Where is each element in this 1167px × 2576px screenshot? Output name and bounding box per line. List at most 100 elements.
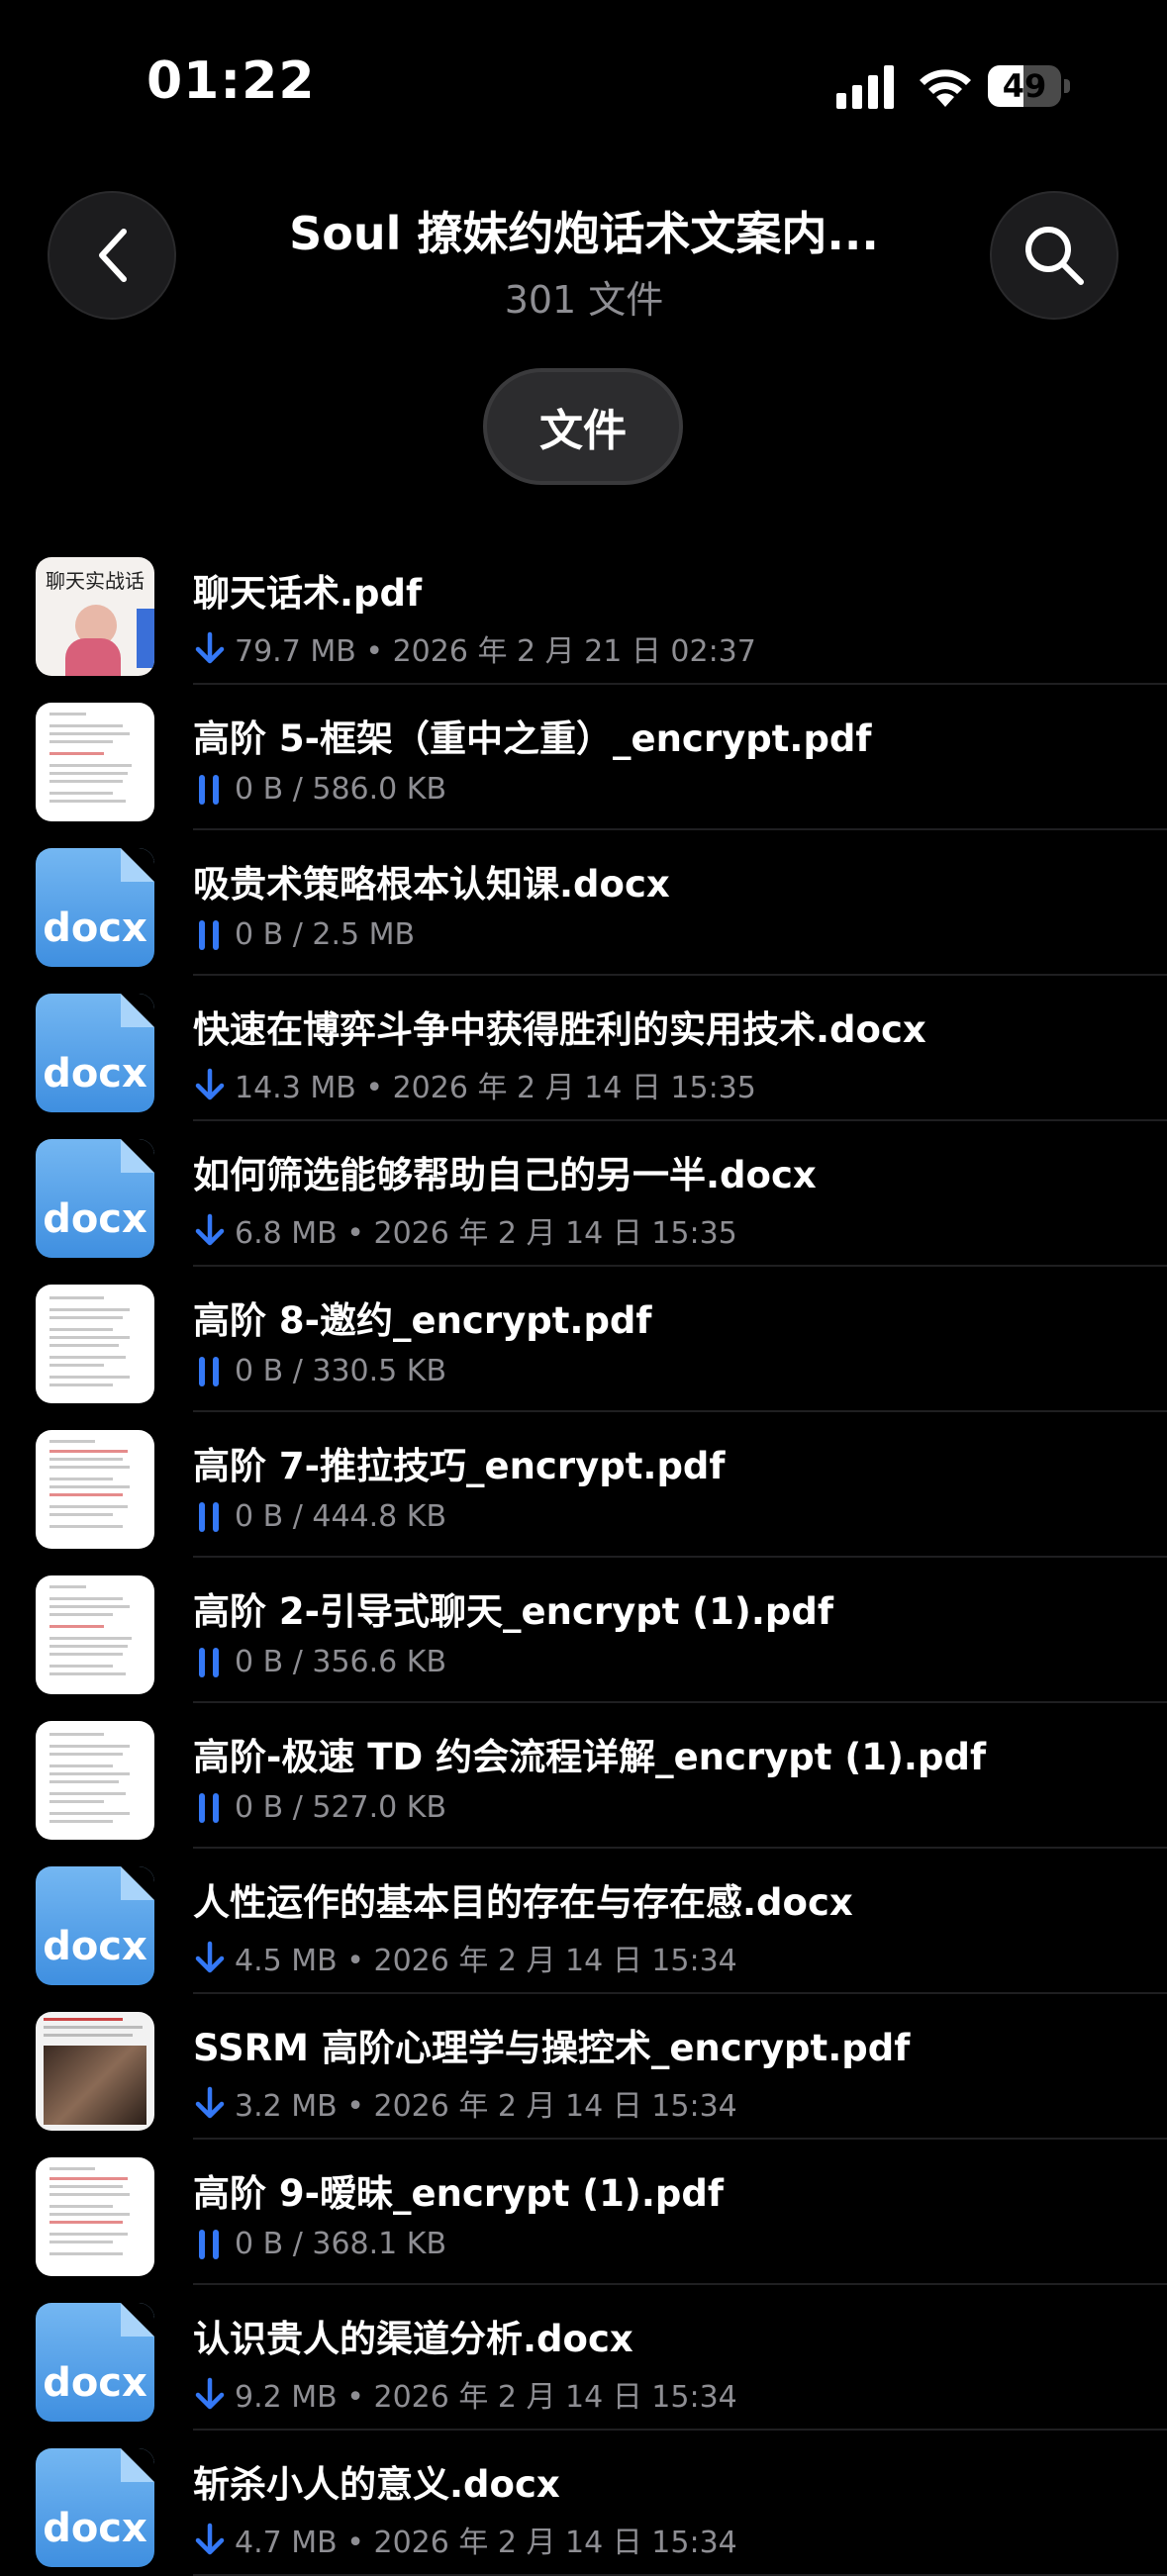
pause-icon[interactable] [193,918,227,952]
filter-files-button[interactable]: 文件 [483,368,683,485]
file-meta-text: 0 B / 356.6 KB [235,1645,447,1679]
file-row[interactable]: docx 认识贵人的渠道分析.docx 9.2 MB • 2026 年 2 月 14… [0,2285,1167,2431]
file-meta: 0 B / 444.8 KB [193,1499,1147,1534]
battery-icon: 49 [988,65,1071,107]
back-button[interactable] [48,191,176,320]
file-meta-text: 6.8 MB • 2026 年 2 月 14 日 15:35 [235,1216,737,1251]
file-row[interactable]: 高阶 2-引导式聊天_encrypt (1).pdf 0 B / 356.6 KB [0,1558,1167,1703]
file-info: 高阶 8-邀约_encrypt.pdf 0 B / 330.5 KB [193,1290,1147,1388]
file-row[interactable]: docx 如何筛选能够帮助自己的另一半.docx 6.8 MB • 2026 年 2… [0,1121,1167,1267]
docx-file-icon: docx [36,2303,154,2422]
docx-label: docx [43,1924,147,1969]
file-info: 高阶 2-引导式聊天_encrypt (1).pdf 0 B / 356.6 KB [193,1581,1147,1679]
file-meta: 0 B / 586.0 KB [193,772,1147,807]
docx-file-icon: docx [36,1139,154,1258]
file-name: 快速在博弈斗争中获得胜利的实用技术.docx [193,1008,926,1051]
file-info: 斩杀小人的意义.docx 4.7 MB • 2026 年 2 月 14 日 15:… [193,2454,1147,2561]
file-meta-text: 0 B / 444.8 KB [235,1499,447,1534]
file-meta: 4.5 MB • 2026 年 2 月 14 日 15:34 [193,1936,1147,1979]
file-meta-text: 0 B / 330.5 KB [235,1354,447,1388]
file-name: 斩杀小人的意义.docx [193,2463,560,2506]
docx-file-icon: docx [36,994,154,1112]
pdf-thumbnail [36,2012,154,2131]
docx-label: docx [43,1196,147,1242]
file-meta-text: 0 B / 368.1 KB [235,2227,447,2261]
file-name: SSRM 高阶心理学与操控术_encrypt.pdf [193,2027,911,2069]
docx-label: docx [43,1051,147,1097]
file-info: 快速在博弈斗争中获得胜利的实用技术.docx 14.3 MB • 2026 年 2… [193,1000,1147,1106]
file-meta-text: 0 B / 586.0 KB [235,772,447,807]
chevron-left-icon [99,229,127,282]
status-bar: 01:22 49 [0,0,1167,168]
docx-file-icon: docx [36,1866,154,1985]
file-name: 高阶 5-框架（重中之重）_encrypt.pdf [193,717,872,760]
file-row[interactable]: 高阶 8-邀约_encrypt.pdf 0 B / 330.5 KB [0,1267,1167,1412]
download-arrow-icon [195,2086,225,2119]
file-name: 高阶 9-暧昧_encrypt (1).pdf [193,2172,724,2215]
file-info: 认识贵人的渠道分析.docx 9.2 MB • 2026 年 2 月 14 日 1… [193,2309,1147,2416]
file-list: 聊天实战话 聊天话术.pdf 79.7 MB • 2026 年 2 月 21 日 0… [0,539,1167,2576]
file-info: 聊天话术.pdf 79.7 MB • 2026 年 2 月 21 日 02:37 [193,563,1147,670]
file-meta: 0 B / 330.5 KB [193,1354,1147,1388]
file-row[interactable]: SSRM 高阶心理学与操控术_encrypt.pdf 3.2 MB • 2026 … [0,1994,1167,2140]
file-row[interactable]: 高阶 7-推拉技巧_encrypt.pdf 0 B / 444.8 KB [0,1412,1167,1558]
file-row[interactable]: 高阶 5-框架（重中之重）_encrypt.pdf 0 B / 586.0 KB [0,685,1167,830]
file-meta-text: 0 B / 527.0 KB [235,1790,447,1825]
file-row[interactable]: docx 快速在博弈斗争中获得胜利的实用技术.docx 14.3 MB • 2026… [0,976,1167,1121]
pause-icon[interactable] [193,773,227,807]
docx-file-icon: docx [36,848,154,967]
file-meta: 79.7 MB • 2026 年 2 月 21 日 02:37 [193,626,1147,670]
file-name: 高阶-极速 TD 约会流程详解_encrypt (1).pdf [193,1736,987,1778]
file-meta-text: 9.2 MB • 2026 年 2 月 14 日 15:34 [235,2380,737,2415]
file-name: 人性运作的基本目的存在与存在感.docx [193,1881,853,1924]
pause-icon[interactable] [193,1791,227,1825]
file-name: 聊天话术.pdf [193,572,423,615]
file-meta-text: 3.2 MB • 2026 年 2 月 14 日 15:34 [235,2089,737,2124]
download-arrow-icon [195,1068,225,1100]
cover-title: 聊天实战话 [46,569,145,593]
file-meta: 0 B / 2.5 MB [193,917,1147,952]
pause-icon[interactable] [193,2228,227,2261]
pdf-thumbnail [36,1285,154,1403]
file-row[interactable]: docx 吸贵术策略根本认知课.docx 0 B / 2.5 MB [0,830,1167,976]
pdf-thumbnail [36,2157,154,2276]
cellular-signal-icon [836,65,894,109]
header-title-block: Soul 撩妹约炮话术文案内... 301 文件 [247,198,921,324]
file-row[interactable]: 高阶-极速 TD 约会流程详解_encrypt (1).pdf 0 B / 527… [0,1703,1167,1849]
pause-icon[interactable] [193,1355,227,1388]
file-info: 高阶 9-暧昧_encrypt (1).pdf 0 B / 368.1 KB [193,2163,1147,2261]
file-meta-text: 14.3 MB • 2026 年 2 月 14 日 15:35 [235,1071,756,1105]
file-meta-text: 79.7 MB • 2026 年 2 月 21 日 02:37 [235,634,756,669]
file-row[interactable]: 高阶 9-暧昧_encrypt (1).pdf 0 B / 368.1 KB [0,2140,1167,2285]
file-name: 如何筛选能够帮助自己的另一半.docx [193,1154,817,1196]
file-meta: 14.3 MB • 2026 年 2 月 14 日 15:35 [193,1063,1147,1106]
file-name: 高阶 7-推拉技巧_encrypt.pdf [193,1445,726,1487]
file-meta-text: 4.5 MB • 2026 年 2 月 14 日 15:34 [235,1944,737,1978]
pause-icon[interactable] [193,1500,227,1534]
download-arrow-icon [195,2523,225,2555]
pdf-thumbnail [36,1430,154,1549]
pause-icon[interactable] [193,1646,227,1679]
file-info: 高阶 7-推拉技巧_encrypt.pdf 0 B / 444.8 KB [193,1436,1147,1534]
download-arrow-icon [195,1213,225,1246]
file-info: 人性运作的基本目的存在与存在感.docx 4.5 MB • 2026 年 2 月 … [193,1872,1147,1979]
file-meta-text: 4.7 MB • 2026 年 2 月 14 日 15:34 [235,2526,737,2560]
pdf-thumbnail: 聊天实战话 [36,557,154,676]
file-count: 301 文件 [504,278,664,322]
file-meta: 3.2 MB • 2026 年 2 月 14 日 15:34 [193,2081,1147,2125]
pdf-thumbnail [36,1575,154,1694]
search-button[interactable] [990,191,1118,320]
page-title: Soul 撩妹约炮话术文案内... [289,207,879,260]
pdf-thumbnail [36,1721,154,1840]
download-arrow-icon [195,2377,225,2410]
file-name: 高阶 2-引导式聊天_encrypt (1).pdf [193,1590,833,1633]
file-info: 高阶-极速 TD 约会流程详解_encrypt (1).pdf 0 B / 527… [193,1727,1147,1825]
file-meta: 6.8 MB • 2026 年 2 月 14 日 15:35 [193,1208,1147,1252]
docx-file-icon: docx [36,2448,154,2567]
battery-level: 49 [1002,67,1047,105]
file-row[interactable]: docx 人性运作的基本目的存在与存在感.docx 4.5 MB • 2026 年 … [0,1849,1167,1994]
file-row[interactable]: 聊天实战话 聊天话术.pdf 79.7 MB • 2026 年 2 月 21 日 0… [0,539,1167,685]
download-arrow-icon [195,1941,225,1973]
file-row[interactable]: docx 斩杀小人的意义.docx 4.7 MB • 2026 年 2 月 14 日… [0,2431,1167,2576]
pdf-thumbnail [36,703,154,821]
